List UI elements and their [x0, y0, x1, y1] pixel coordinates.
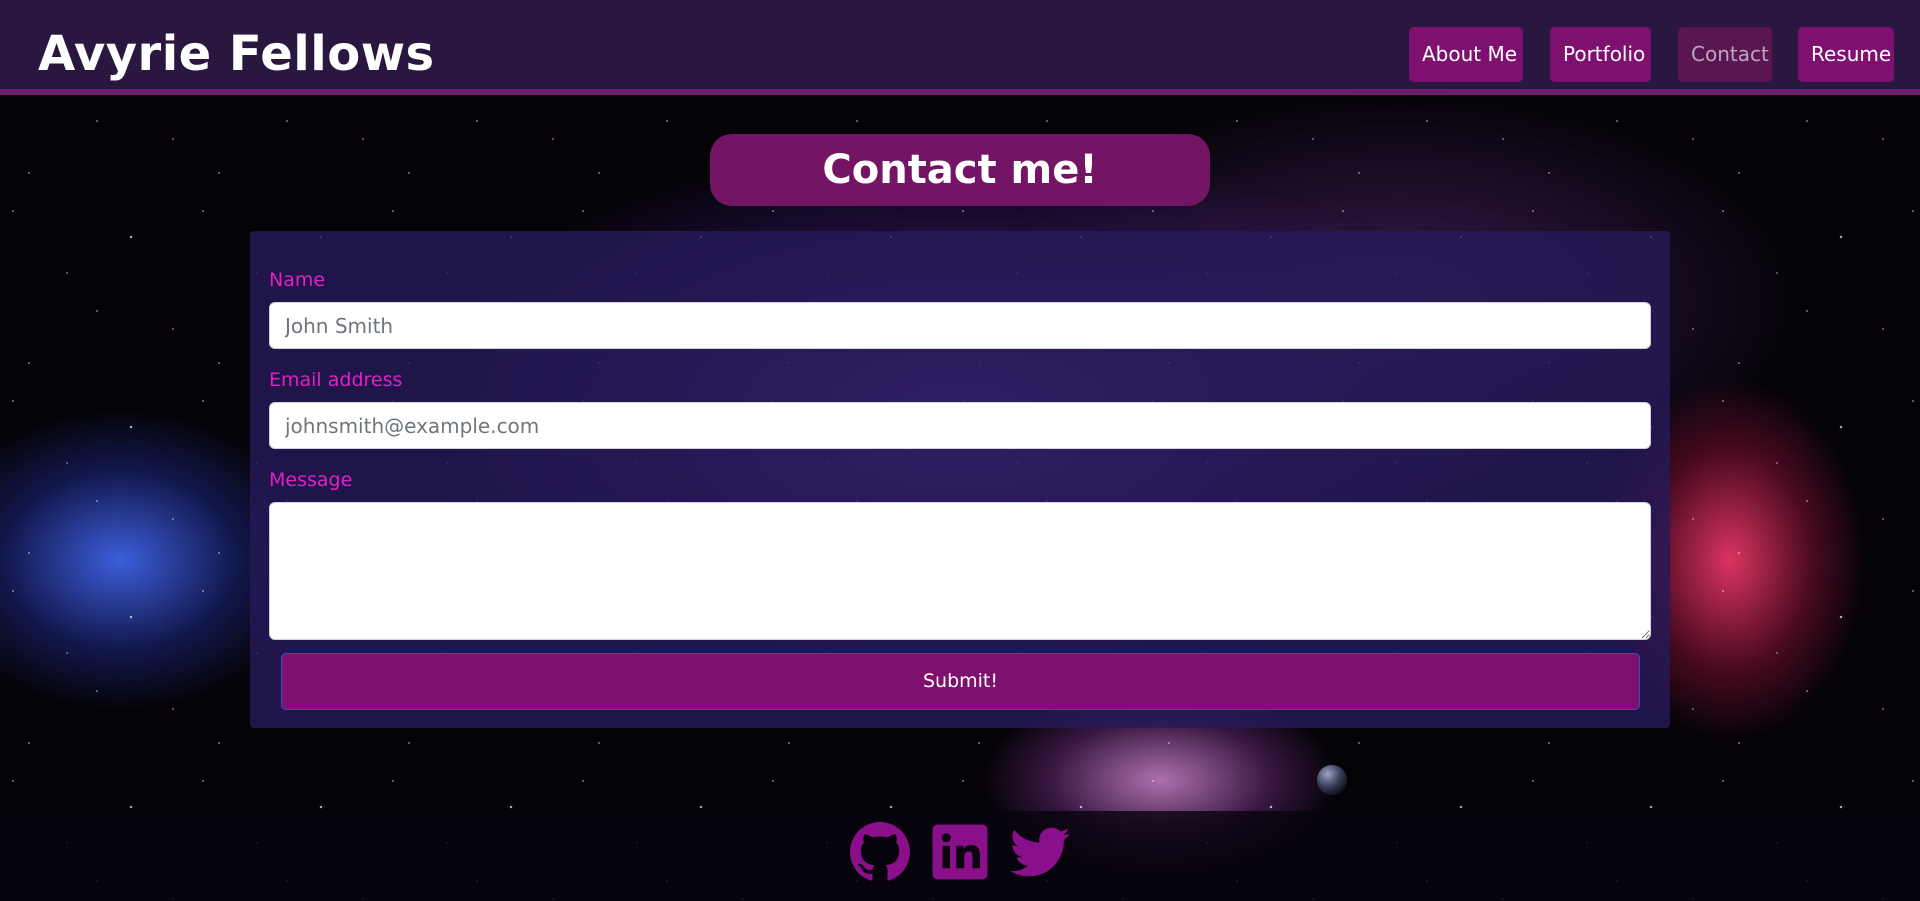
email-input[interactable]: [269, 402, 1651, 449]
submit-button[interactable]: Submit!: [281, 653, 1640, 710]
email-label: Email address: [269, 369, 403, 391]
name-label: Name: [269, 269, 326, 291]
site-brand[interactable]: Avyrie Fellows: [38, 24, 435, 84]
page-title: Contact me!: [710, 134, 1210, 206]
linkedin-icon[interactable]: [930, 822, 990, 882]
nav-contact-button[interactable]: Contact: [1678, 27, 1772, 82]
message-label: Message: [269, 469, 353, 491]
footer: [0, 811, 1920, 901]
twitter-icon[interactable]: [1010, 822, 1070, 882]
nav-portfolio-button[interactable]: Portfolio: [1550, 27, 1651, 82]
contact-form: Name Email address Message Submit!: [250, 231, 1670, 728]
nav-about-me-button[interactable]: About Me: [1409, 27, 1523, 82]
planet-decoration: [1317, 765, 1347, 795]
name-input[interactable]: [269, 302, 1651, 349]
navbar: Avyrie Fellows About Me Portfolio Contac…: [0, 0, 1920, 95]
github-icon[interactable]: [850, 822, 910, 882]
nav-resume-button[interactable]: Resume: [1798, 27, 1894, 82]
message-textarea[interactable]: [269, 502, 1651, 640]
